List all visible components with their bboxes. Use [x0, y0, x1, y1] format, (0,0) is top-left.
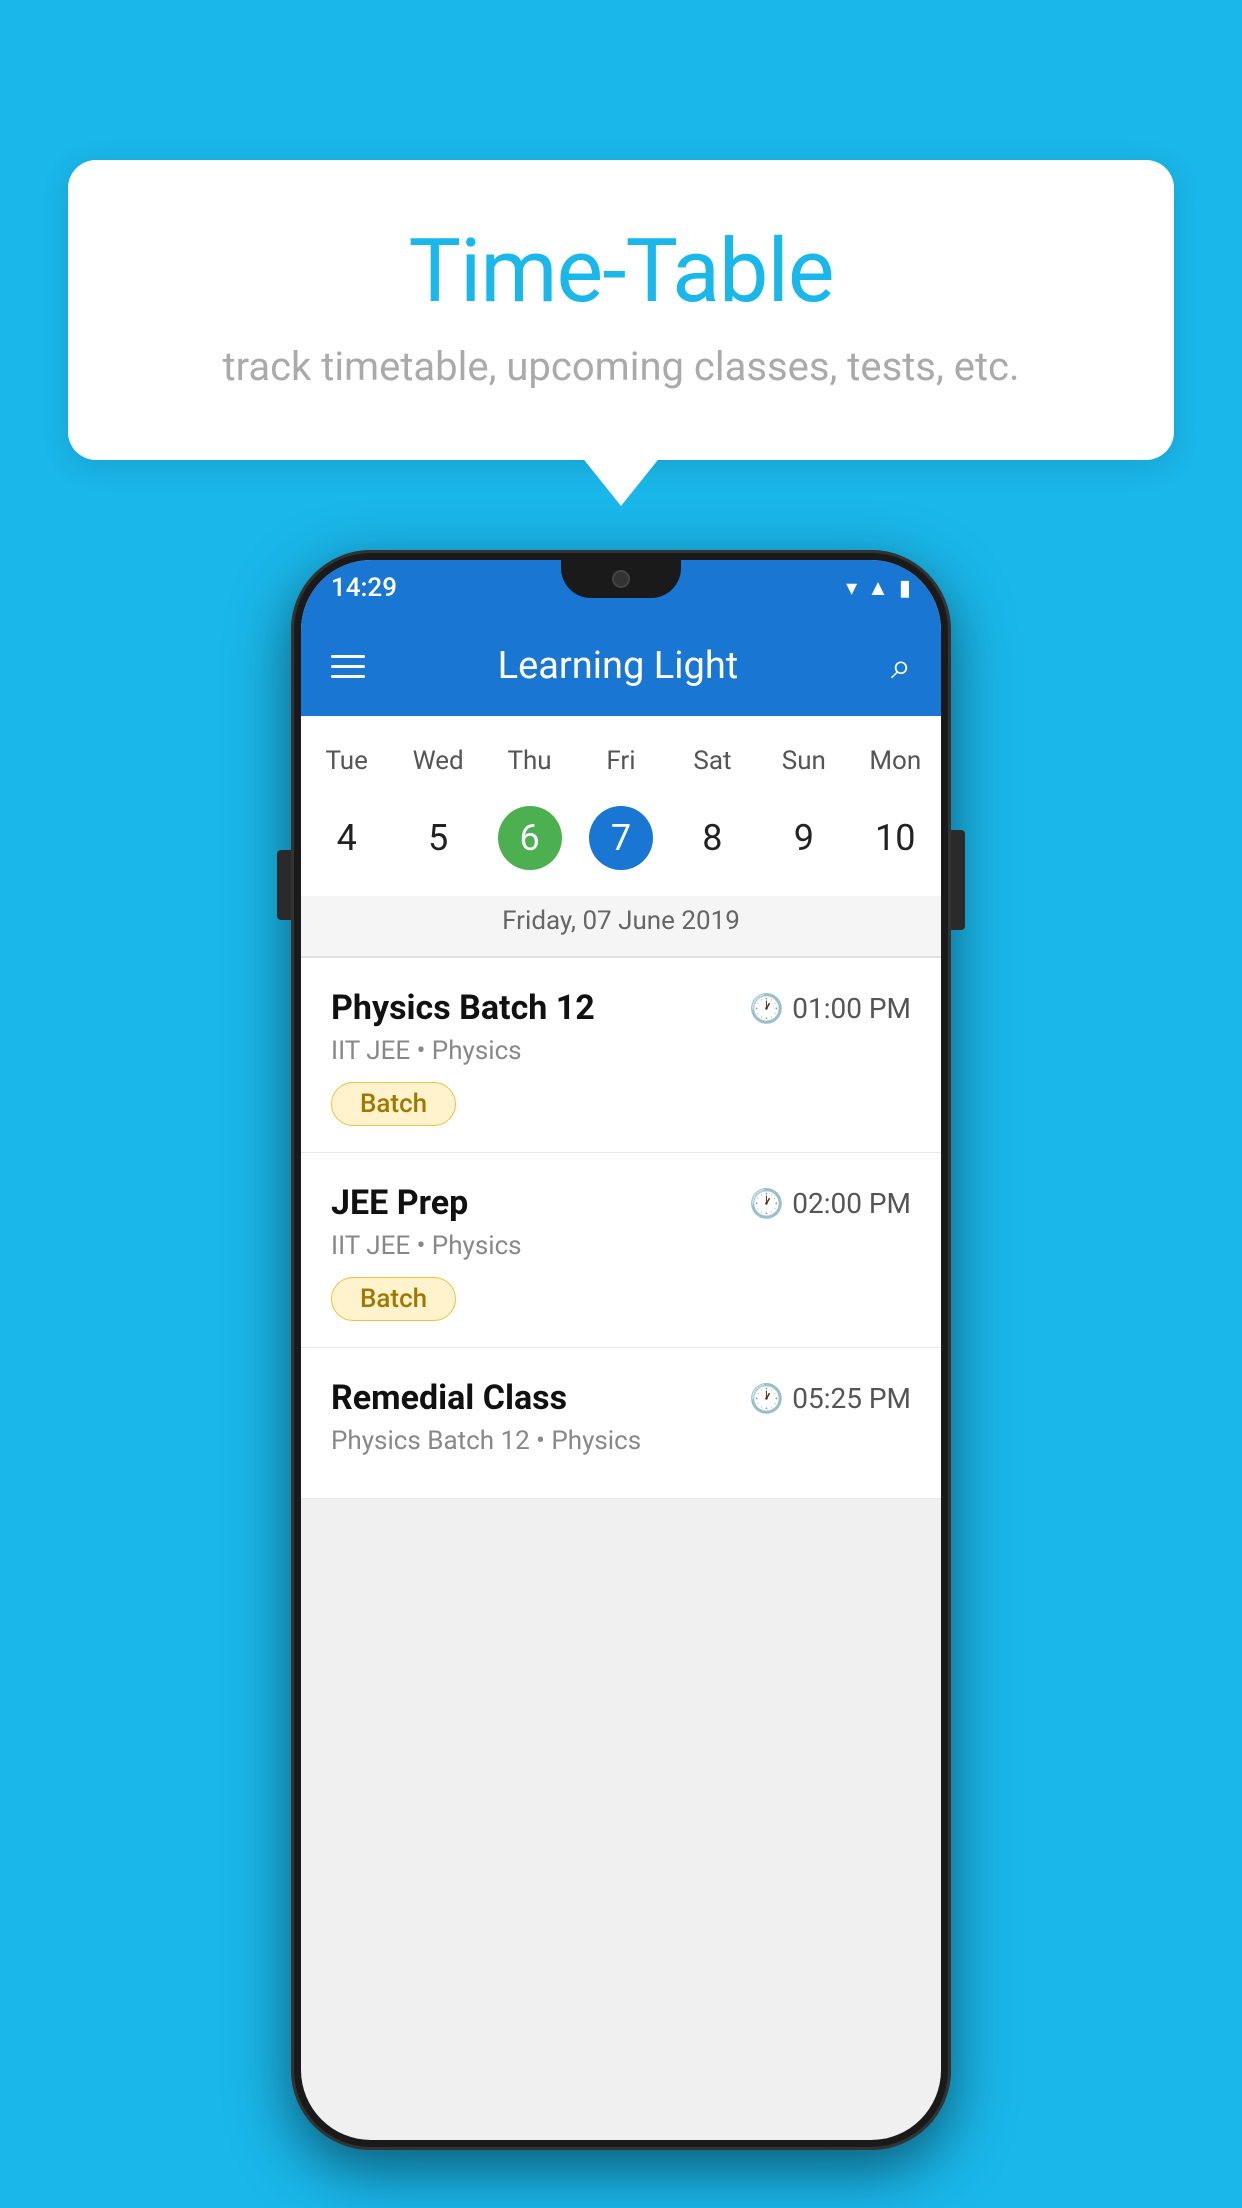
- day-name-wed: Wed: [392, 746, 483, 776]
- phone-mockup: 14:29 ▾ ▲ ▮ Learning Light ⌕: [291, 550, 951, 2150]
- calendar-header: Tue Wed Thu Fri Sat Sun Mon 4 5 6 7 8 9 …: [301, 716, 941, 956]
- day-9[interactable]: 9: [758, 796, 849, 880]
- schedule-item-2-sub: IIT JEE • Physics: [331, 1231, 911, 1261]
- day-names: Tue Wed Thu Fri Sat Sun Mon: [301, 736, 941, 786]
- batch-tag-2: Batch: [331, 1277, 456, 1321]
- phone-outer: 14:29 ▾ ▲ ▮ Learning Light ⌕: [291, 550, 951, 2150]
- tooltip-subtitle: track timetable, upcoming classes, tests…: [118, 343, 1124, 390]
- schedule-item-1-sub: IIT JEE • Physics: [331, 1036, 911, 1066]
- status-icons: ▾ ▲ ▮: [846, 575, 911, 601]
- day-name-sat: Sat: [667, 746, 758, 776]
- schedule-list: Physics Batch 12 🕐 01:00 PM IIT JEE • Ph…: [301, 958, 941, 1499]
- day-name-fri: Fri: [575, 746, 666, 776]
- day-name-sun: Sun: [758, 746, 849, 776]
- day-name-mon: Mon: [850, 746, 941, 776]
- day-numbers: 4 5 6 7 8 9 10: [301, 786, 941, 896]
- day-name-tue: Tue: [301, 746, 392, 776]
- batch-tag-1: Batch: [331, 1082, 456, 1126]
- day-7[interactable]: 7: [575, 796, 666, 880]
- clock-icon-1: 🕐: [749, 992, 784, 1025]
- status-time: 14:29: [331, 573, 397, 603]
- day-name-thu: Thu: [484, 746, 575, 776]
- schedule-item-3-header: Remedial Class 🕐 05:25 PM: [331, 1378, 911, 1418]
- day-4[interactable]: 4: [301, 796, 392, 880]
- schedule-item-2-time: 🕐 02:00 PM: [749, 1187, 911, 1220]
- schedule-item-1-title: Physics Batch 12: [331, 988, 595, 1028]
- phone-notch: [561, 560, 681, 598]
- schedule-item-1-time: 🕐 01:00 PM: [749, 992, 911, 1025]
- day-8[interactable]: 8: [667, 796, 758, 880]
- schedule-item-2[interactable]: JEE Prep 🕐 02:00 PM IIT JEE • Physics Ba…: [301, 1153, 941, 1348]
- schedule-item-2-title: JEE Prep: [331, 1183, 468, 1223]
- day-6[interactable]: 6: [484, 796, 575, 880]
- front-camera: [612, 570, 630, 588]
- signal-icon: ▲: [867, 575, 889, 601]
- tooltip-title: Time-Table: [118, 220, 1124, 323]
- clock-icon-2: 🕐: [749, 1187, 784, 1220]
- app-title: Learning Light: [369, 644, 867, 688]
- schedule-item-3[interactable]: Remedial Class 🕐 05:25 PM Physics Batch …: [301, 1348, 941, 1499]
- search-icon[interactable]: ⌕: [891, 645, 911, 688]
- clock-icon-3: 🕐: [749, 1382, 784, 1415]
- menu-icon[interactable]: [331, 655, 365, 678]
- selected-date: Friday, 07 June 2019: [301, 896, 941, 956]
- wifi-icon: ▾: [846, 576, 857, 601]
- app-bar: Learning Light ⌕: [301, 616, 941, 716]
- schedule-item-1-header: Physics Batch 12 🕐 01:00 PM: [331, 988, 911, 1028]
- day-5[interactable]: 5: [392, 796, 483, 880]
- schedule-item-2-header: JEE Prep 🕐 02:00 PM: [331, 1183, 911, 1223]
- schedule-item-3-time: 🕐 05:25 PM: [749, 1382, 911, 1415]
- phone-screen: 14:29 ▾ ▲ ▮ Learning Light ⌕: [301, 560, 941, 2140]
- battery-icon: ▮: [899, 576, 911, 601]
- schedule-item-1[interactable]: Physics Batch 12 🕐 01:00 PM IIT JEE • Ph…: [301, 958, 941, 1153]
- day-10[interactable]: 10: [850, 796, 941, 880]
- schedule-item-3-sub: Physics Batch 12 • Physics: [331, 1426, 911, 1456]
- tooltip-card: Time-Table track timetable, upcoming cla…: [68, 160, 1174, 460]
- schedule-item-3-title: Remedial Class: [331, 1378, 567, 1418]
